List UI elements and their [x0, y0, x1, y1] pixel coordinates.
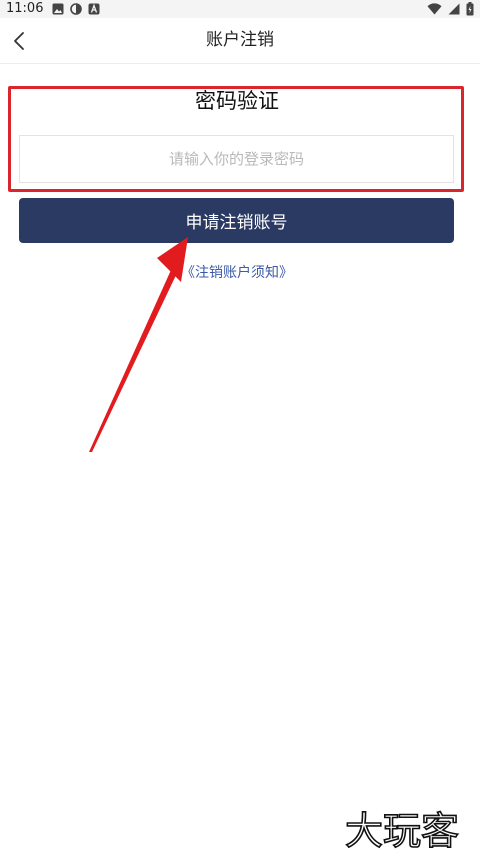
status-notification-icons — [52, 3, 100, 15]
section-title: 密码验证 — [195, 89, 279, 113]
status-bar: 11:06 — [0, 0, 480, 18]
image-notification-icon — [52, 3, 64, 15]
nav-bar: 账户注销 — [0, 18, 480, 64]
arrow-shaft — [89, 270, 177, 452]
app-a-icon — [88, 3, 100, 15]
status-time: 11:06 — [6, 1, 44, 16]
watermark-text: 大玩客 — [345, 809, 459, 853]
arrow-annotation — [89, 237, 188, 452]
cancellation-notice-link[interactable]: 《注销账户须知》 — [0, 262, 474, 284]
apply-cancellation-button[interactable]: 申请注销账号 — [19, 198, 454, 243]
page-title: 账户注销 — [206, 30, 274, 50]
wifi-icon — [427, 3, 442, 15]
signal-icon — [448, 3, 460, 15]
back-button[interactable] — [2, 24, 36, 58]
half-moon-icon — [70, 3, 82, 15]
password-input[interactable] — [19, 135, 454, 183]
watermark-logo: 大玩客 — [344, 808, 460, 853]
battery-icon — [466, 2, 474, 16]
chevron-left-icon — [14, 32, 24, 50]
status-system-icons — [427, 2, 474, 16]
